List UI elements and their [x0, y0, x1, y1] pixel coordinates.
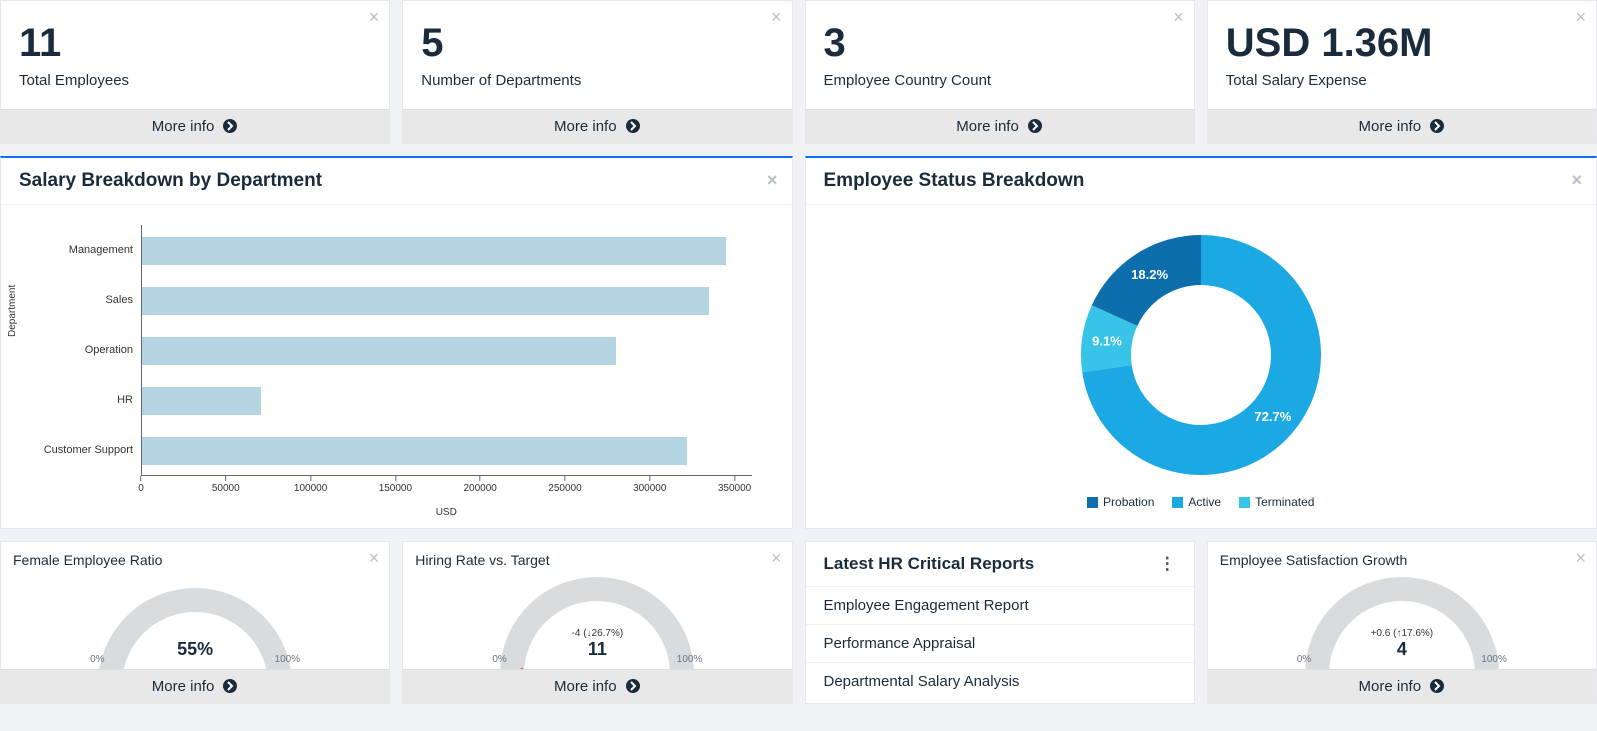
female-ratio-card: × Female Employee Ratio 55% 0%100% More …: [0, 541, 390, 704]
employee-status-panel: Employee Status Breakdown × 18.2% 72.7% 9.…: [805, 156, 1597, 529]
bar-category-label: HR: [41, 394, 141, 406]
kpi-card-country-count: × 3 Employee Country Count More info: [805, 0, 1195, 144]
kpi-value: USD 1.36M: [1208, 1, 1596, 72]
donut-slice-label: 72.7%: [1254, 409, 1291, 424]
employee-status-donut: 18.2% 72.7% 9.1% Probation Active Terminat…: [806, 205, 1597, 523]
kebab-menu-icon[interactable]: ⋮: [1159, 554, 1176, 574]
x-tick: 0: [138, 476, 144, 494]
close-icon[interactable]: ×: [1575, 7, 1586, 28]
more-info-button[interactable]: More info: [806, 109, 1194, 143]
more-info-label: More info: [554, 118, 617, 135]
arrow-circle-right-icon: [222, 118, 238, 134]
kpi-card-total-employees: × 11 Total Employees More info: [0, 0, 390, 144]
arrow-circle-right-icon: [1429, 678, 1445, 694]
more-info-label: More info: [152, 678, 215, 695]
bar-row: Management: [41, 225, 752, 275]
bar: [142, 287, 709, 315]
close-icon[interactable]: ×: [767, 170, 778, 191]
close-icon[interactable]: ×: [1571, 170, 1582, 191]
bar: [142, 237, 726, 265]
bar-category-label: Operation: [41, 344, 141, 356]
more-info-label: More info: [152, 118, 215, 135]
arrow-circle-right-icon: [1027, 118, 1043, 134]
card-title: Female Employee Ratio: [1, 542, 389, 574]
hr-reports-card: Latest HR Critical Reports ⋮ Employee En…: [805, 541, 1195, 704]
kpi-card-departments: × 5 Number of Departments More info: [402, 0, 792, 144]
x-tick: 350000: [718, 476, 751, 494]
bar-row: Sales: [41, 275, 752, 325]
card-title: Hiring Rate vs. Target: [403, 542, 791, 574]
panel-title: Employee Status Breakdown: [824, 170, 1085, 191]
kpi-label: Total Employees: [1, 72, 389, 109]
legend-item-probation: Probation: [1087, 495, 1154, 509]
x-tick: 300000: [633, 476, 666, 494]
x-tick: 200000: [463, 476, 496, 494]
x-tick: 150000: [379, 476, 412, 494]
donut-slice-label: 18.2%: [1131, 267, 1168, 282]
bar-category-label: Management: [41, 244, 141, 256]
y-axis-label: Department: [7, 284, 18, 336]
panel-title: Salary Breakdown by Department: [19, 170, 322, 191]
bar: [142, 337, 616, 365]
bar-category-label: Customer Support: [41, 444, 141, 456]
x-tick: 250000: [548, 476, 581, 494]
x-tick: 50000: [212, 476, 240, 494]
legend-item-terminated: Terminated: [1239, 495, 1314, 509]
salary-breakdown-panel: Salary Breakdown by Department × Departm…: [0, 156, 793, 529]
donut-slice-label: 9.1%: [1092, 334, 1122, 349]
close-icon[interactable]: ×: [771, 7, 782, 28]
bar-row: HR: [41, 375, 752, 425]
bar: [142, 387, 261, 415]
kpi-value: 5: [403, 1, 791, 72]
gauge-delta: +0.6 (↑17.6%): [1371, 628, 1434, 639]
list-item[interactable]: Departmental Salary Analysis: [806, 662, 1194, 700]
gauge-delta: -4 (↓26.7%): [572, 628, 624, 639]
card-title: Employee Satisfaction Growth: [1208, 542, 1596, 574]
arrow-circle-right-icon: [625, 118, 641, 134]
close-icon[interactable]: ×: [1173, 7, 1184, 28]
more-info-label: More info: [956, 118, 1019, 135]
card-title: Latest HR Critical Reports: [824, 554, 1035, 574]
kpi-label: Employee Country Count: [806, 72, 1194, 109]
donut-legend: Probation Active Terminated: [1087, 495, 1314, 509]
more-info-button[interactable]: More info: [1, 109, 389, 143]
kpi-value: 3: [806, 1, 1194, 72]
more-info-label: More info: [554, 678, 617, 695]
more-info-button[interactable]: More info: [403, 109, 791, 143]
legend-item-active: Active: [1172, 495, 1221, 509]
more-info-button[interactable]: More info: [403, 669, 791, 703]
close-icon[interactable]: ×: [1575, 548, 1586, 569]
x-tick: 100000: [294, 476, 327, 494]
arrow-circle-right-icon: [1429, 118, 1445, 134]
bar: [142, 437, 687, 465]
more-info-label: More info: [1359, 118, 1422, 135]
close-icon[interactable]: ×: [369, 548, 380, 569]
satisfaction-growth-card: × Employee Satisfaction Growth +0.6 (↑17…: [1207, 541, 1597, 704]
arrow-circle-right-icon: [222, 678, 238, 694]
more-info-label: More info: [1359, 678, 1422, 695]
list-item[interactable]: Performance Appraisal: [806, 624, 1194, 662]
kpi-label: Total Salary Expense: [1208, 72, 1596, 109]
close-icon[interactable]: ×: [369, 7, 380, 28]
more-info-button[interactable]: More info: [1208, 109, 1596, 143]
kpi-label: Number of Departments: [403, 72, 791, 109]
bar-row: Operation: [41, 325, 752, 375]
arrow-circle-right-icon: [625, 678, 641, 694]
salary-bar-chart: Department Management Sales Operation HR Cus…: [1, 205, 792, 528]
more-info-button[interactable]: More info: [1208, 669, 1596, 703]
close-icon[interactable]: ×: [771, 548, 782, 569]
list-item[interactable]: Employee Engagement Report: [806, 586, 1194, 624]
bar-row: Customer Support: [41, 425, 752, 475]
bar-category-label: Sales: [41, 294, 141, 306]
hiring-rate-card: × Hiring Rate vs. Target -4 (↓26.7%) 11 …: [402, 541, 792, 704]
more-info-button[interactable]: More info: [1, 669, 389, 703]
kpi-value: 11: [1, 1, 389, 72]
kpi-card-salary-expense: × USD 1.36M Total Salary Expense More in…: [1207, 0, 1597, 144]
